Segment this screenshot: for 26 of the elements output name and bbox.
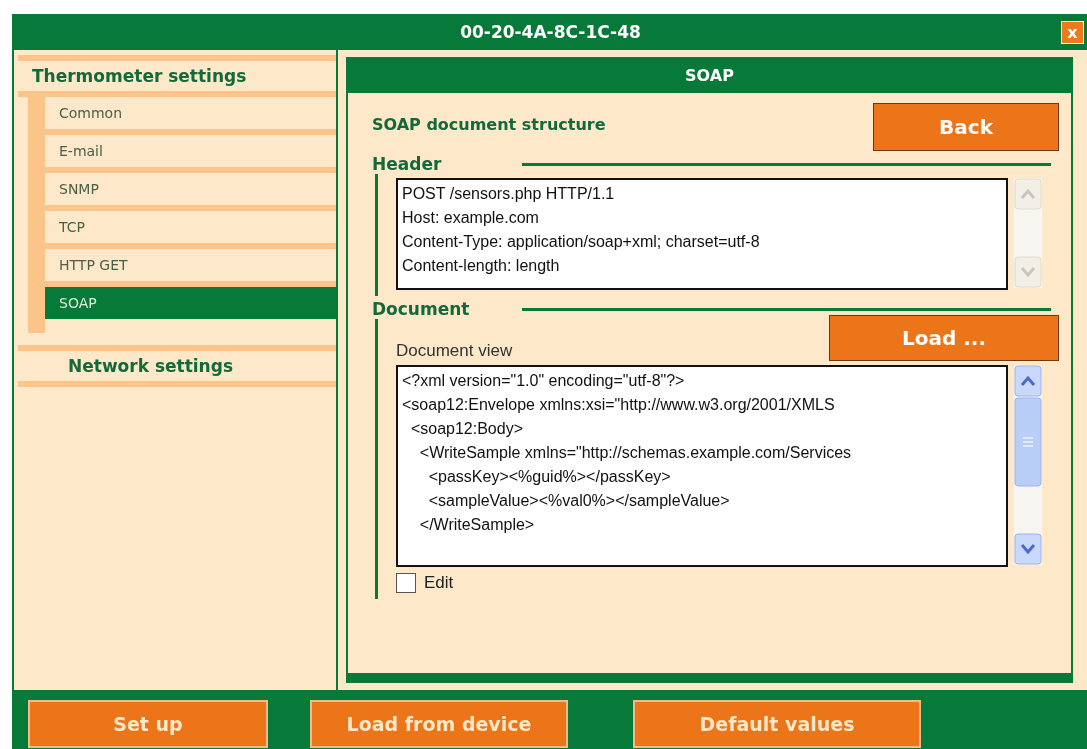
back-button[interactable]: Back xyxy=(873,103,1059,151)
sidebar-section[interactable]: Network settings xyxy=(18,345,336,387)
text-line: <soap12:Body> xyxy=(409,419,524,439)
text-line: Content-Type: application/soap+xml; charset=utf-8 xyxy=(402,232,761,252)
text-line: <WriteSample xmlns="http://schemas.example.com/Services xyxy=(418,443,853,463)
text-line: <?xml version="1.0" encoding="utf-8"?> xyxy=(402,371,686,391)
field-label: Document view xyxy=(396,341,513,361)
text-area[interactable]: POST /sensors.php HTTP/1.1 Host: example.com Content-Type: application/soap+xml; charset=utf-8 Content-length: length xyxy=(396,178,1008,290)
panel-title: SOAP xyxy=(348,59,1071,93)
checkbox[interactable] xyxy=(396,573,416,593)
sidebar-section[interactable]: Thermometer settings xyxy=(18,55,336,97)
text-line: Host: example.com xyxy=(402,208,540,228)
text-line: <soap12:Envelope xmlns:xsi="http://www.w3.org/2001/XMLS xyxy=(402,395,836,415)
section-heading: SOAP document structure xyxy=(372,115,606,134)
load-button[interactable]: Load ... xyxy=(829,315,1059,361)
text-line: </WriteSample> xyxy=(418,515,536,535)
text-area[interactable] xyxy=(396,365,1008,567)
text-line: POST /sensors.php HTTP/1.1 xyxy=(402,184,616,204)
scrollbar[interactable] xyxy=(1014,365,1042,565)
text-line: <sampleValue><%val0%></sampleValue> xyxy=(427,491,731,511)
text-line: Content-length: length xyxy=(402,256,561,276)
group-label: Document xyxy=(372,299,471,319)
text-line: <passKey><%guid%></passKey> xyxy=(427,467,672,487)
window-title: 00-20-4A-8C-1C-48 xyxy=(459,22,642,42)
checkbox-label: Edit xyxy=(424,573,454,593)
group-label: Header xyxy=(372,154,443,174)
